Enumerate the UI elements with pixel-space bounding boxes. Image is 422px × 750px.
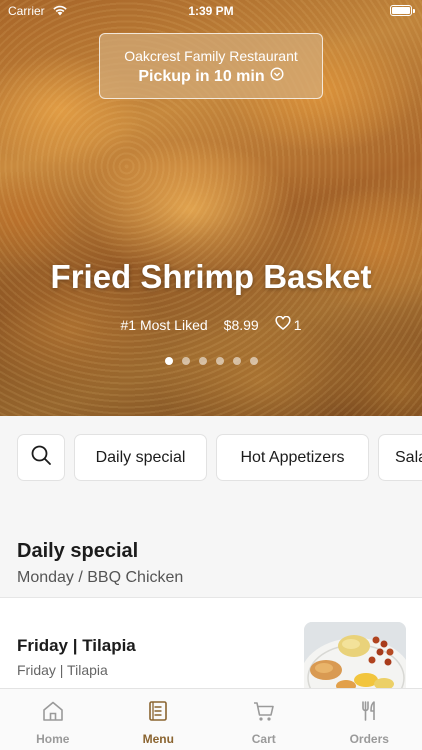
tab-orders[interactable]: Orders bbox=[317, 689, 422, 750]
home-icon bbox=[41, 700, 65, 727]
search-icon bbox=[30, 444, 52, 471]
tab-cart[interactable]: Cart bbox=[211, 689, 317, 750]
like-button[interactable]: 1 bbox=[275, 315, 302, 333]
menu-item-title: Friday | Tilapia bbox=[17, 636, 136, 655]
status-bar: Carrier 1:39 PM bbox=[0, 0, 422, 22]
tab-label: Cart bbox=[251, 732, 276, 746]
section-subtitle: Monday / BBQ Chicken bbox=[17, 569, 184, 586]
cart-icon bbox=[252, 700, 276, 727]
restaurant-name: Oakcrest Family Restaurant bbox=[124, 48, 298, 64]
chevron-down-circle-icon bbox=[270, 67, 284, 86]
clock: 1:39 PM bbox=[188, 4, 234, 18]
pickup-selector[interactable]: Oakcrest Family Restaurant Pickup in 10 … bbox=[99, 33, 323, 99]
menu-icon bbox=[146, 700, 170, 727]
tab-home[interactable]: Home bbox=[0, 689, 106, 750]
section-title: Daily special bbox=[17, 540, 139, 562]
battery-icon bbox=[390, 5, 415, 16]
carousel-dot[interactable] bbox=[249, 357, 258, 365]
tab-label: Home bbox=[36, 732, 70, 746]
tab-label: Orders bbox=[349, 732, 389, 746]
hero-meta: #1 Most Liked $8.99 1 bbox=[0, 315, 422, 333]
tab-bar: Home Menu Cart Orders bbox=[0, 688, 422, 750]
pickup-eta: Pickup in 10 min bbox=[138, 67, 265, 85]
daily-special-section: Daily special Monday / BBQ Chicken bbox=[0, 502, 422, 596]
chip-daily-special[interactable]: Daily special bbox=[74, 434, 207, 481]
tab-menu[interactable]: Menu bbox=[106, 689, 212, 750]
chip-hot-appetizers[interactable]: Hot Appetizers bbox=[216, 434, 369, 481]
price-label: $8.99 bbox=[223, 316, 259, 333]
hero-title: Fried Shrimp Basket bbox=[50, 258, 372, 295]
heart-icon bbox=[275, 315, 291, 333]
like-count: 1 bbox=[293, 316, 302, 333]
orders-icon bbox=[357, 700, 381, 727]
chip-salads[interactable]: Sala bbox=[378, 434, 422, 481]
carousel-dot[interactable] bbox=[198, 357, 207, 365]
rank-badge: #1 Most Liked bbox=[120, 316, 208, 333]
menu-item[interactable]: Friday | Tilapia Friday | Tilapia bbox=[0, 597, 422, 702]
carousel-dot[interactable] bbox=[181, 357, 190, 365]
carousel-dot[interactable] bbox=[164, 357, 173, 365]
carousel-dot[interactable] bbox=[215, 357, 224, 365]
category-bar: Daily special Hot Appetizers Sala bbox=[0, 416, 422, 502]
menu-item-description: Friday | Tilapia bbox=[17, 662, 108, 678]
carousel-dots[interactable] bbox=[0, 357, 422, 365]
carousel-dot[interactable] bbox=[232, 357, 241, 365]
tab-label: Menu bbox=[142, 732, 174, 746]
search-button[interactable] bbox=[17, 434, 65, 481]
